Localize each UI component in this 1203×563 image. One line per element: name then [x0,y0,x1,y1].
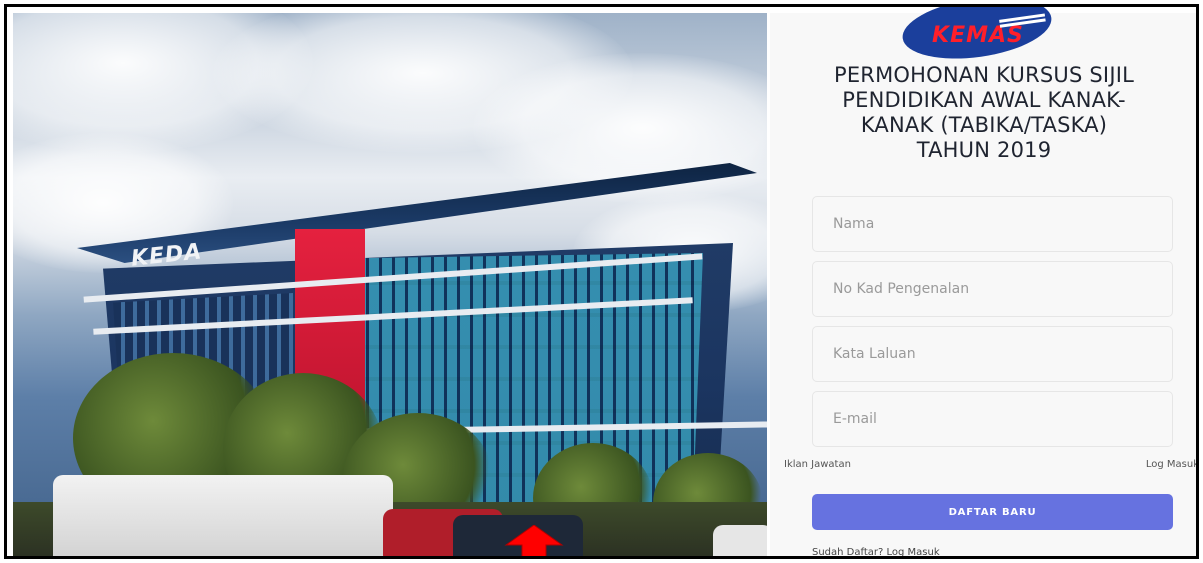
title-line: PENDIDIKAN AWAL KANAK- [842,88,1126,112]
logo-stripe [999,13,1046,23]
registration-panel: KEMAS PERMOHONAN KURSUS SIJIL PENDIDIKAN… [770,7,1196,556]
ic-number-input[interactable] [812,261,1173,317]
password-input[interactable] [812,326,1173,382]
already-registered-login-link[interactable]: Sudah Daftar? Log Masuk [812,547,940,556]
login-link[interactable]: Log Masuk [1146,459,1196,470]
white-pickup-truck [53,475,393,556]
kemas-logo: KEMAS [898,7,1056,68]
job-ads-link[interactable]: Iklan Jawatan [784,459,851,470]
title-line: PERMOHONAN KURSUS SIJIL [833,63,1135,87]
hero-photo: KEDA [13,13,767,556]
register-button[interactable]: DAFTAR BARU [812,494,1173,530]
annotation-arrow-icon [504,525,564,556]
title-line: TAHUN 2019 [916,138,1052,162]
name-input[interactable] [812,196,1173,252]
page-title: PERMOHONAN KURSUS SIJIL PENDIDIKAN AWAL … [794,63,1174,163]
screenshot-frame: KEDA KEMAS PERMOHONAN KURSUS SIJIL PENDI… [4,4,1199,559]
white-car [713,525,767,556]
title-line: KANAK (TABIKA/TASKA) [860,113,1108,137]
kemas-logo-text: KEMAS [932,22,1024,48]
email-input[interactable] [812,391,1173,447]
